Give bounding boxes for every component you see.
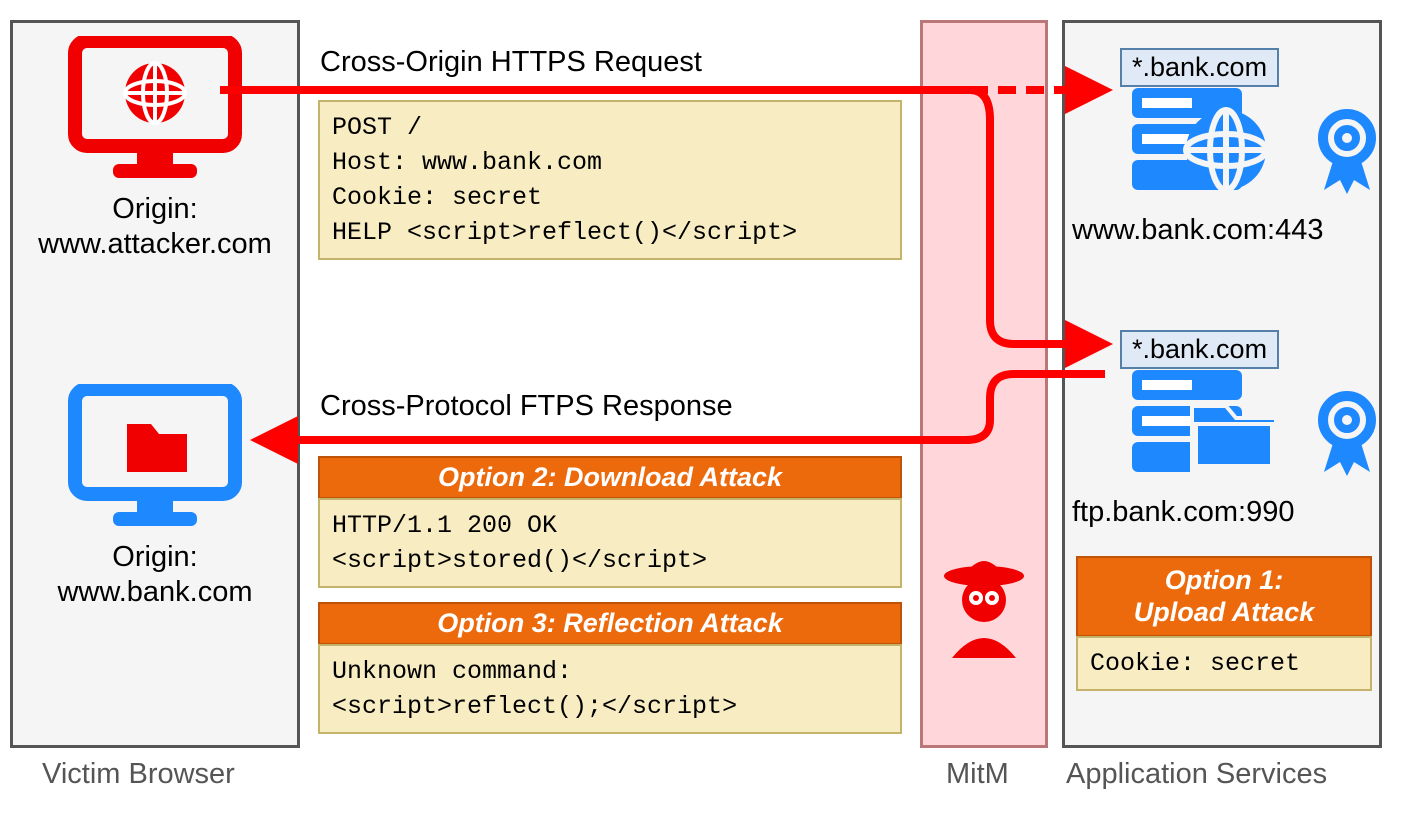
attacker-browser: Origin: www.attacker.com (22, 36, 288, 262)
option1-header: Option 1: Upload Attack (1076, 556, 1372, 637)
option1-body: Cookie: secret (1076, 636, 1372, 691)
ftp-cert-ribbon-icon (1312, 390, 1382, 485)
victim-caption: Victim Browser (42, 758, 235, 791)
ftp-service-label: ftp.bank.com:990 (1072, 496, 1294, 529)
monitor-red-icon (65, 36, 245, 186)
www-cert-ribbon-icon (1312, 108, 1382, 203)
monitor-blue-icon (65, 384, 245, 534)
app-caption: Application Services (1066, 758, 1327, 791)
folder-icon (127, 424, 187, 472)
mitm-caption: MitM (946, 758, 1009, 791)
globe-icon (125, 63, 185, 123)
option3-body: Unknown command: <script>reflect();</scr… (318, 644, 902, 734)
ftp-cert-label: *.bank.com (1120, 330, 1279, 369)
option2-header: Option 2: Download Attack (318, 456, 902, 499)
bank-browser: Origin: www.bank.com (22, 384, 288, 610)
option3-header: Option 3: Reflection Attack (318, 602, 902, 645)
www-service-label: www.bank.com:443 (1072, 214, 1323, 247)
ftp-server-icon (1126, 360, 1306, 480)
www-cert-label: *.bank.com (1120, 48, 1279, 87)
response-title: Cross-Protocol FTPS Response (320, 390, 733, 423)
origin1-label: Origin: (112, 193, 197, 225)
request-title: Cross-Origin HTTPS Request (320, 46, 702, 79)
option2-body: HTTP/1.1 200 OK <script>stored()</script… (318, 498, 902, 588)
attacker-icon (932, 540, 1036, 660)
origin2-value: www.bank.com (57, 576, 252, 608)
origin2-label: Origin: (112, 541, 197, 573)
request-body: POST / Host: www.bank.com Cookie: secret… (318, 100, 902, 260)
web-server-icon (1126, 78, 1306, 198)
origin1-value: www.attacker.com (38, 228, 272, 260)
